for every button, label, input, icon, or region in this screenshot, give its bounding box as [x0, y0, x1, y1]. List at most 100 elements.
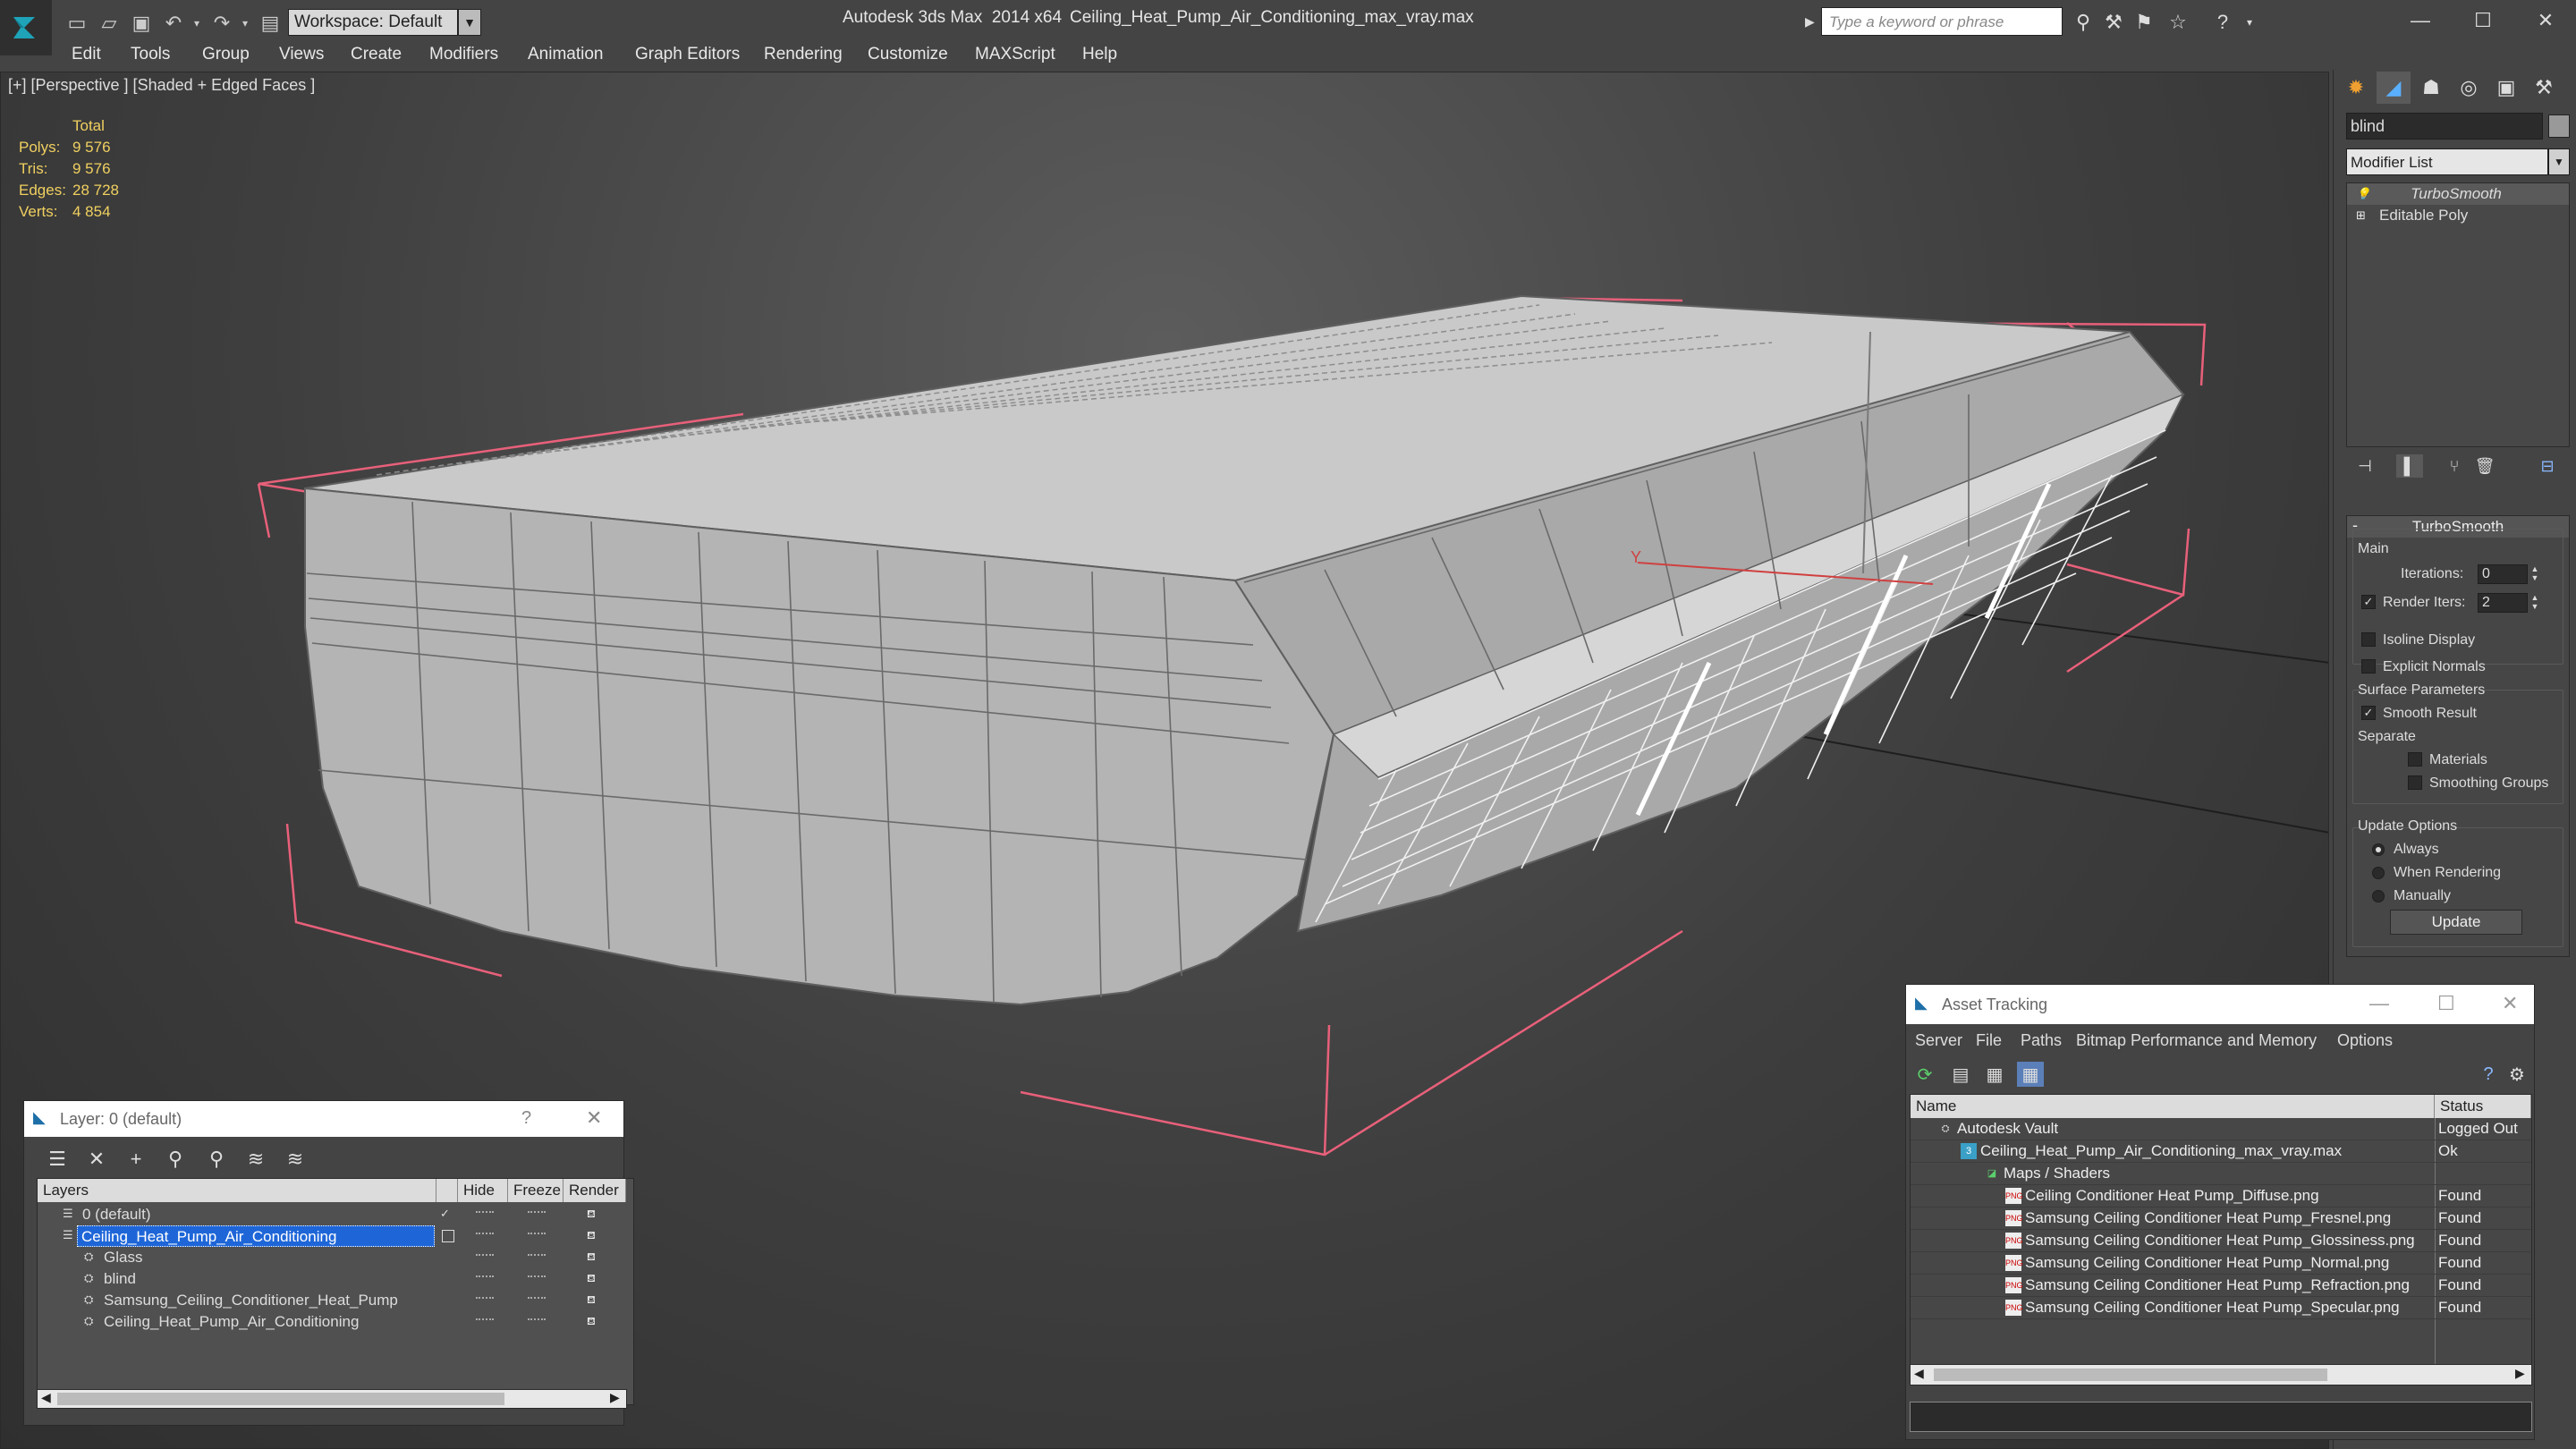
- keyword-search-input[interactable]: Type a keyword or phrase: [1821, 7, 2063, 36]
- minimize-icon[interactable]: —: [2369, 992, 2389, 1015]
- render-teapot-icon[interactable]: ⛾: [587, 1315, 603, 1327]
- help-icon[interactable]: ?: [521, 1108, 531, 1129]
- render-teapot-icon[interactable]: ⛾: [587, 1208, 603, 1220]
- menu-edit[interactable]: Edit: [72, 45, 101, 64]
- scroll-right-icon[interactable]: ▶: [610, 1390, 620, 1405]
- render-teapot-icon[interactable]: ⛾: [587, 1272, 603, 1284]
- thumbnail-view-icon[interactable]: ▦: [1981, 1062, 2008, 1087]
- layer-row-glass[interactable]: ⛭ Glass ⛾: [38, 1247, 633, 1268]
- menu-maxscript[interactable]: MAXScript: [975, 45, 1055, 64]
- current-layer-check-icon[interactable]: ✓: [440, 1207, 454, 1223]
- help-icon[interactable]: ?: [2209, 9, 2236, 36]
- motion-tab-icon[interactable]: ◎: [2452, 72, 2486, 104]
- scroll-left-icon[interactable]: ◀: [41, 1390, 51, 1405]
- layer-row-ceiling-object[interactable]: ⛭ Ceiling_Heat_Pump_Air_Conditioning ⛾: [38, 1311, 633, 1333]
- freeze-toggle[interactable]: [528, 1297, 546, 1300]
- render-teapot-icon[interactable]: ⛾: [587, 1250, 603, 1263]
- layer-properties-icon[interactable]: ☰: [42, 1146, 72, 1173]
- hide-toggle[interactable]: [476, 1275, 494, 1278]
- freeze-toggle[interactable]: [528, 1211, 546, 1214]
- column-header-layers[interactable]: Layers: [38, 1179, 436, 1202]
- asset-row-max-file[interactable]: 3 Ceiling_Heat_Pump_Air_Conditioning_max…: [1911, 1140, 2531, 1163]
- stack-item-editable-poly[interactable]: ⊞ Editable Poly: [2347, 205, 2569, 226]
- freeze-toggle[interactable]: [528, 1254, 546, 1257]
- configure-modifier-sets-icon[interactable]: ⊟: [2534, 454, 2561, 478]
- scrollbar-thumb[interactable]: [1934, 1368, 2327, 1381]
- update-button[interactable]: Update: [2390, 910, 2522, 935]
- refresh-icon[interactable]: ⟳: [1911, 1062, 1938, 1087]
- asset-row-maps[interactable]: ◪ Maps / Shaders: [1911, 1163, 2531, 1185]
- asset-menu-options[interactable]: Options: [2337, 1031, 2393, 1050]
- explicit-normals-checkbox[interactable]: [2361, 659, 2376, 674]
- freeze-toggle[interactable]: [528, 1275, 546, 1278]
- current-layer-box-icon[interactable]: [442, 1230, 454, 1242]
- scroll-right-icon[interactable]: ▶: [2515, 1366, 2525, 1381]
- viewport-label[interactable]: [+] [Perspective ] [Shaded + Edged Faces…: [8, 76, 315, 95]
- object-name-input[interactable]: blind: [2346, 113, 2543, 140]
- menu-help[interactable]: Help: [1082, 45, 1117, 64]
- layer-stack-icon[interactable]: ≋: [241, 1146, 271, 1173]
- render-iters-spinner[interactable]: 2: [2478, 593, 2528, 613]
- asset-row-normal[interactable]: PNG Samsung Ceiling Conditioner Heat Pum…: [1911, 1252, 2531, 1275]
- close-icon[interactable]: ✕: [2502, 992, 2518, 1015]
- asset-menu-server[interactable]: Server: [1915, 1031, 1962, 1050]
- separate-smoothing-groups-checkbox[interactable]: [2408, 775, 2422, 790]
- close-icon[interactable]: ✕: [2519, 4, 2572, 38]
- iterations-spin-arrows-icon[interactable]: ▲ ▼: [2529, 564, 2540, 584]
- hide-toggle[interactable]: [476, 1211, 494, 1214]
- binoculars-icon[interactable]: ⚲: [2070, 9, 2097, 36]
- update-manually-radio[interactable]: [2372, 890, 2385, 902]
- hierarchy-tab-icon[interactable]: ☗: [2414, 72, 2448, 104]
- save-file-icon[interactable]: ▣: [127, 11, 156, 36]
- undo-dropdown-icon[interactable]: ▾: [190, 11, 204, 36]
- hide-toggle[interactable]: [476, 1254, 494, 1257]
- utilities-tab-icon[interactable]: ⚒: [2527, 72, 2561, 104]
- layer-row-default[interactable]: ☰ 0 (default) ✓ ⛾: [38, 1204, 633, 1225]
- render-teapot-icon[interactable]: ⛾: [587, 1229, 603, 1241]
- asset-path-field[interactable]: [1910, 1402, 2532, 1432]
- column-header-name[interactable]: Name: [1911, 1095, 2435, 1118]
- menu-rendering[interactable]: Rendering: [764, 45, 843, 64]
- maximize-icon[interactable]: ☐: [2437, 992, 2455, 1015]
- hide-toggle[interactable]: [476, 1233, 494, 1235]
- make-unique-icon[interactable]: ⑂: [2441, 454, 2468, 478]
- column-header-render[interactable]: Render: [564, 1179, 626, 1202]
- smooth-result-checkbox[interactable]: ✓: [2361, 706, 2376, 720]
- hide-toggle[interactable]: [476, 1318, 494, 1321]
- list-view-icon[interactable]: ▤: [1947, 1062, 1974, 1087]
- favorites-star-icon[interactable]: ☆: [2165, 9, 2191, 36]
- menu-animation[interactable]: Animation: [528, 45, 604, 64]
- layer-row-ceiling[interactable]: ☰ Ceiling_Heat_Pump_Air_Conditioning ⛾: [38, 1225, 633, 1247]
- minimize-icon[interactable]: —: [2394, 4, 2447, 38]
- freeze-toggle[interactable]: [528, 1233, 546, 1235]
- menu-tools[interactable]: Tools: [131, 45, 170, 64]
- pin-stack-icon[interactable]: ⊣: [2351, 454, 2378, 478]
- layer-horizontal-scrollbar[interactable]: ◀ ▶: [37, 1389, 627, 1409]
- asset-row-specular[interactable]: PNG Samsung Ceiling Conditioner Heat Pum…: [1911, 1297, 2531, 1319]
- delete-layer-icon[interactable]: ✕: [81, 1146, 112, 1173]
- menu-modifiers[interactable]: Modifiers: [429, 45, 498, 64]
- column-header-freeze[interactable]: Freeze: [508, 1179, 564, 1202]
- display-tab-icon[interactable]: ▣: [2489, 72, 2523, 104]
- redo-dropdown-icon[interactable]: ▾: [238, 11, 252, 36]
- light-bulb-icon[interactable]: 💡: [2356, 187, 2370, 200]
- redo-icon[interactable]: ↷: [208, 11, 236, 36]
- asset-row-refraction[interactable]: PNG Samsung Ceiling Conditioner Heat Pum…: [1911, 1275, 2531, 1297]
- modifier-list-arrow-icon[interactable]: ▼: [2548, 148, 2570, 175]
- modifier-list-dropdown[interactable]: Modifier List: [2346, 148, 2548, 175]
- expand-plus-icon[interactable]: ⊞: [2356, 208, 2367, 222]
- menu-graph-editors[interactable]: Graph Editors: [635, 45, 740, 64]
- search-expand-icon[interactable]: ▶: [1805, 9, 1821, 34]
- menu-create[interactable]: Create: [351, 45, 402, 64]
- workspace-dropdown[interactable]: Workspace: Default: [288, 9, 458, 36]
- render-iters-checkbox[interactable]: ✓: [2361, 595, 2376, 609]
- app-logo-icon[interactable]: [0, 0, 52, 55]
- asset-tracking-title-bar[interactable]: ◣ Asset Tracking — ☐ ✕: [1906, 985, 2534, 1024]
- help-dropdown-icon[interactable]: ▾: [2236, 9, 2263, 36]
- column-header-status[interactable]: Status: [2435, 1095, 2531, 1118]
- update-always-radio[interactable]: [2372, 843, 2385, 856]
- asset-row-fresnel[interactable]: PNG Samsung Ceiling Conditioner Heat Pum…: [1911, 1208, 2531, 1230]
- project-folder-icon[interactable]: ▤: [256, 11, 284, 36]
- asset-row-glossiness[interactable]: PNG Samsung Ceiling Conditioner Heat Pum…: [1911, 1230, 2531, 1252]
- new-file-icon[interactable]: ▭: [63, 11, 91, 36]
